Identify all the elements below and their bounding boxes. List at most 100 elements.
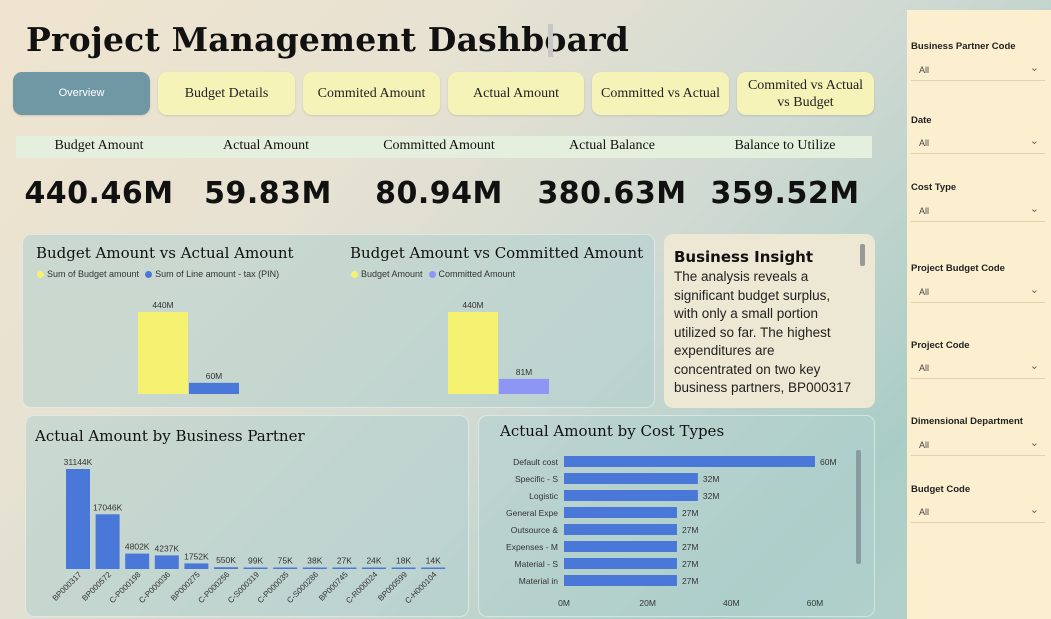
bar bbox=[95, 514, 120, 569]
tick-label: BP000317 bbox=[51, 570, 84, 603]
slicer-value: All bbox=[919, 507, 930, 517]
data-label: 27M bbox=[682, 559, 699, 569]
slicer-dimensional-department-dropdown[interactable]: All ⌄ bbox=[911, 434, 1045, 456]
bar bbox=[448, 312, 498, 394]
bar bbox=[189, 382, 239, 394]
kpi-value-committed: 80.94M bbox=[375, 176, 503, 211]
bar bbox=[154, 555, 179, 569]
insight-scrollbar[interactable] bbox=[860, 244, 865, 266]
data-label: 550K bbox=[216, 555, 236, 565]
data-label: 27M bbox=[682, 542, 699, 552]
bar bbox=[273, 567, 298, 569]
slicer-value: All bbox=[919, 440, 930, 450]
data-label: 81M bbox=[516, 367, 533, 377]
scrollbar[interactable] bbox=[856, 450, 861, 564]
slicer-date-dropdown[interactable]: All ⌄ bbox=[911, 132, 1045, 154]
bar bbox=[564, 524, 677, 535]
cost-types-chart: Default cost 60M Specific - S 32M Logistic 32… bbox=[506, 450, 861, 608]
bar bbox=[564, 575, 677, 586]
data-label: 32M bbox=[703, 474, 720, 484]
chart-title-budget-vs-committed: Budget Amount vs Committed Amount bbox=[350, 244, 644, 262]
insight-text: The analysis reveals a significant budge… bbox=[674, 269, 852, 395]
chart-title-business-partner: Actual Amount by Business Partner bbox=[35, 427, 305, 445]
slicer-label-dimensional-department: Dimensional Department bbox=[911, 416, 1023, 427]
bar bbox=[214, 567, 238, 569]
budget-vs-committed-chart: 440M 81M bbox=[448, 300, 549, 394]
slicer-project-code-dropdown[interactable]: All ⌄ bbox=[911, 357, 1045, 379]
legend-item: Committed Amount bbox=[428, 269, 516, 279]
budget-vs-actual-chart: 440M 60M bbox=[138, 300, 239, 394]
bar bbox=[243, 567, 268, 569]
kpi-label-committed: Committed Amount bbox=[383, 138, 495, 153]
page-title: Project Management Dashboard bbox=[26, 20, 630, 59]
data-label: 27M bbox=[682, 508, 699, 518]
chevron-down-icon: ⌄ bbox=[1029, 504, 1039, 516]
tick-label: General Expe bbox=[506, 508, 558, 518]
slicer-value: All bbox=[919, 287, 930, 297]
data-label: 440M bbox=[152, 300, 173, 310]
filter-panel bbox=[907, 10, 1051, 619]
nav-budget-details-button[interactable]: Budget Details bbox=[158, 72, 295, 115]
legend-label: Committed Amount bbox=[438, 269, 516, 279]
legend-label: Sum of Line amount - tax (PIN) bbox=[155, 269, 280, 279]
data-label: 27M bbox=[682, 525, 699, 535]
data-label: 440M bbox=[462, 300, 483, 310]
bar bbox=[564, 490, 698, 501]
bar bbox=[391, 567, 416, 569]
business-partner-chart: 31144KBP00031717046KBP0005724802KC-P0001… bbox=[51, 457, 446, 606]
chevron-down-icon: ⌄ bbox=[1029, 284, 1039, 296]
slicer-label-date: Date bbox=[911, 115, 932, 126]
data-label: 18K bbox=[396, 556, 411, 566]
bar bbox=[138, 312, 188, 394]
chevron-down-icon: ⌄ bbox=[1029, 135, 1039, 147]
slicer-label-budget-code: Budget Code bbox=[911, 484, 971, 495]
bar bbox=[362, 567, 386, 569]
data-label: 1752K bbox=[184, 551, 209, 561]
bar bbox=[564, 456, 815, 467]
bar bbox=[564, 541, 677, 552]
bar bbox=[564, 558, 677, 569]
kpi-label-actual-balance: Actual Balance bbox=[569, 138, 655, 153]
slicer-project-budget-code-dropdown[interactable]: All ⌄ bbox=[911, 281, 1045, 303]
slicer-value: All bbox=[919, 65, 930, 75]
axis-tick: 40M bbox=[723, 598, 740, 608]
insight-title: Business Insight bbox=[674, 248, 814, 266]
slicer-value: All bbox=[919, 206, 930, 216]
tick-label: C-S000286 bbox=[285, 570, 320, 605]
kpi-value-budget: 440.46M bbox=[24, 176, 174, 211]
nav-committed-vs-actual-button[interactable]: Committed vs Actual bbox=[592, 72, 729, 115]
data-label: 31144K bbox=[64, 457, 93, 467]
business-insight-card: Business Insight The analysis reveals a … bbox=[664, 234, 875, 408]
data-label: 17046K bbox=[93, 502, 123, 512]
nav-commited-vs-actual-vs-budget-button[interactable]: Commited vs Actual vs Budget bbox=[737, 72, 874, 115]
slicer-business-partner-dropdown[interactable]: All ⌄ bbox=[911, 59, 1045, 81]
legend-item: Sum of Line amount - tax (PIN) bbox=[145, 269, 279, 279]
axis-tick: 60M bbox=[807, 598, 824, 608]
chart-title-budget-vs-actual: Budget Amount vs Actual Amount bbox=[36, 244, 294, 262]
nav-overview-button[interactable]: Overview bbox=[13, 72, 150, 115]
legend-budget-vs-actual: Sum of Budget amount Sum of Line amount … bbox=[37, 269, 279, 279]
chevron-down-icon: ⌄ bbox=[1029, 437, 1039, 449]
data-label: 4237K bbox=[155, 543, 180, 553]
slicer-label-cost-type: Cost Type bbox=[911, 182, 957, 193]
chevron-down-icon: ⌄ bbox=[1029, 203, 1039, 215]
kpi-label-balance-to-utilize: Balance to Utilize bbox=[734, 138, 836, 153]
tick-label: C-R000024 bbox=[344, 570, 380, 606]
tick-label: Logistic bbox=[529, 491, 559, 501]
nav-actual-amount-button[interactable]: Actual Amount bbox=[448, 72, 584, 115]
title-divider bbox=[548, 24, 553, 57]
data-label: 60M bbox=[820, 457, 837, 467]
slicer-value: All bbox=[919, 363, 930, 373]
bar bbox=[125, 553, 150, 569]
tick-label: Expenses - M bbox=[506, 542, 558, 552]
slicer-cost-type-dropdown[interactable]: All ⌄ bbox=[911, 200, 1045, 222]
chevron-down-icon: ⌄ bbox=[1029, 62, 1039, 74]
data-label: 14K bbox=[426, 556, 441, 566]
slicer-budget-code-dropdown[interactable]: All ⌄ bbox=[911, 501, 1045, 523]
data-label: 75K bbox=[278, 556, 293, 566]
nav-commited-amount-button[interactable]: Commited Amount bbox=[303, 72, 440, 115]
bar bbox=[66, 469, 90, 569]
bar bbox=[184, 563, 209, 569]
chart-title-cost-types: Actual Amount by Cost Types bbox=[500, 422, 725, 440]
tick-label: Specific - S bbox=[515, 474, 558, 484]
